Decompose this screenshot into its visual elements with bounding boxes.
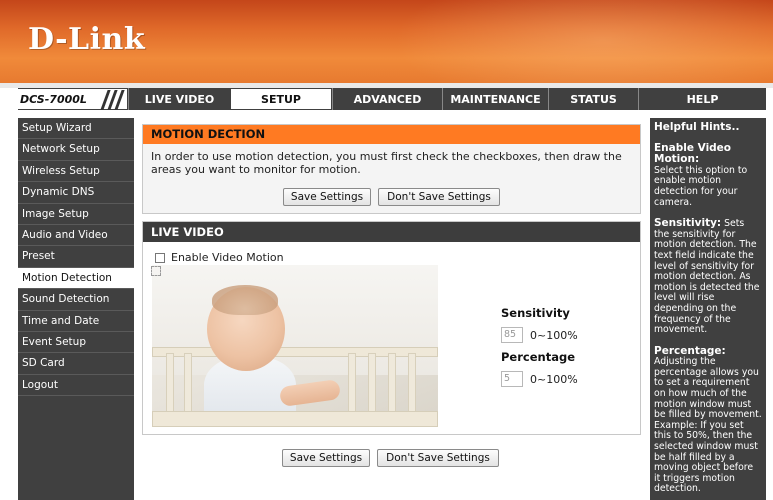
sidebar-item-preset[interactable]: Preset	[18, 246, 134, 268]
motion-detection-title: MOTION DECTION	[143, 125, 640, 144]
baby-hair	[212, 285, 278, 315]
sidebar-item-time-date[interactable]: Time and Date	[18, 311, 134, 332]
hint-body: Adjusting the percentage allows you to s…	[654, 356, 762, 495]
hint-sensitivity: Sensitivity: Sets the sensitivity for mo…	[654, 218, 762, 336]
save-settings-button-top[interactable]: Save Settings	[283, 188, 371, 206]
motion-grid-icon[interactable]	[151, 266, 161, 276]
enable-video-motion-label: Enable Video Motion	[171, 251, 284, 264]
save-settings-button-bottom[interactable]: Save Settings	[282, 449, 370, 467]
motion-detection-description: In order to use motion detection, you mu…	[151, 150, 622, 176]
tab-live-video[interactable]: LIVE VIDEO	[128, 88, 230, 110]
enable-video-motion-checkbox[interactable]	[155, 252, 165, 263]
tab-advanced[interactable]: ADVANCED	[332, 88, 442, 110]
tab-help[interactable]: HELP	[638, 88, 766, 110]
model-cell: DCS-7000L	[18, 88, 128, 110]
enable-motion-row: Enable Video Motion	[155, 251, 284, 264]
live-video-panel: LIVE VIDEO Enable Video Motion Sensitivi…	[142, 221, 641, 435]
sensitivity-label: Sensitivity	[501, 306, 570, 320]
percentage-range: 0~100%	[530, 373, 578, 386]
tab-maintenance[interactable]: MAINTENANCE	[442, 88, 548, 110]
hint-body: Sets the sensitivity for motion detectio…	[654, 218, 760, 336]
crib-bottom-rail	[152, 411, 438, 427]
slash-decoration-icon	[98, 89, 126, 111]
model-name: DCS-7000L	[20, 93, 87, 106]
hints-title: Helpful Hints..	[654, 121, 740, 133]
sidebar-item-wireless-setup[interactable]: Wireless Setup	[18, 161, 134, 183]
sidebar-item-network-setup[interactable]: Network Setup	[18, 139, 134, 161]
sidebar-item-event-setup[interactable]: Event Setup	[18, 332, 134, 354]
sidebar-item-motion-detection[interactable]: Motion Detection	[18, 267, 134, 290]
top-nav: DCS-7000L LIVE VIDEO SETUP ADVANCED MAIN…	[18, 88, 766, 110]
hint-head: Sensitivity:	[654, 217, 722, 230]
helpful-hints-panel: Helpful Hints.. Enable Video Motion: Sel…	[650, 118, 766, 500]
live-video-preview[interactable]	[152, 265, 438, 427]
motion-detection-panel: MOTION DECTION In order to use motion de…	[142, 124, 641, 214]
sidebar-item-dynamic-dns[interactable]: Dynamic DNS	[18, 182, 134, 204]
percentage-field[interactable]: 5	[501, 371, 523, 387]
sidebar-item-sd-card[interactable]: SD Card	[18, 353, 134, 375]
tab-status[interactable]: STATUS	[548, 88, 638, 110]
sidebar-item-setup-wizard[interactable]: Setup Wizard	[18, 118, 134, 140]
sensitivity-field[interactable]: 85	[501, 327, 523, 343]
header-banner: D-Link	[0, 0, 773, 83]
hint-head: Enable Video Motion:	[654, 141, 732, 166]
hint-body: Select this option to enable motion dete…	[654, 164, 748, 208]
hint-enable-video-motion: Enable Video Motion: Select this option …	[654, 141, 762, 209]
live-video-title: LIVE VIDEO	[143, 222, 640, 242]
dlink-logo: D-Link	[28, 22, 146, 57]
sidebar-item-image-setup[interactable]: Image Setup	[18, 204, 134, 225]
sidebar-item-audio-video[interactable]: Audio and Video	[18, 225, 134, 247]
hint-percentage: Percentage: Adjusting the percentage all…	[654, 344, 762, 495]
hint-head: Percentage:	[654, 344, 726, 357]
tab-setup[interactable]: SETUP	[230, 88, 332, 110]
percentage-label: Percentage	[501, 350, 575, 364]
sensitivity-range: 0~100%	[530, 329, 578, 342]
sidebar: Setup Wizard Network Setup Wireless Setu…	[18, 118, 134, 500]
dont-save-settings-button-bottom[interactable]: Don't Save Settings	[377, 449, 499, 467]
sidebar-item-logout[interactable]: Logout	[18, 375, 134, 397]
dont-save-settings-button-top[interactable]: Don't Save Settings	[378, 188, 500, 206]
sidebar-item-sound-detection[interactable]: Sound Detection	[18, 289, 134, 311]
